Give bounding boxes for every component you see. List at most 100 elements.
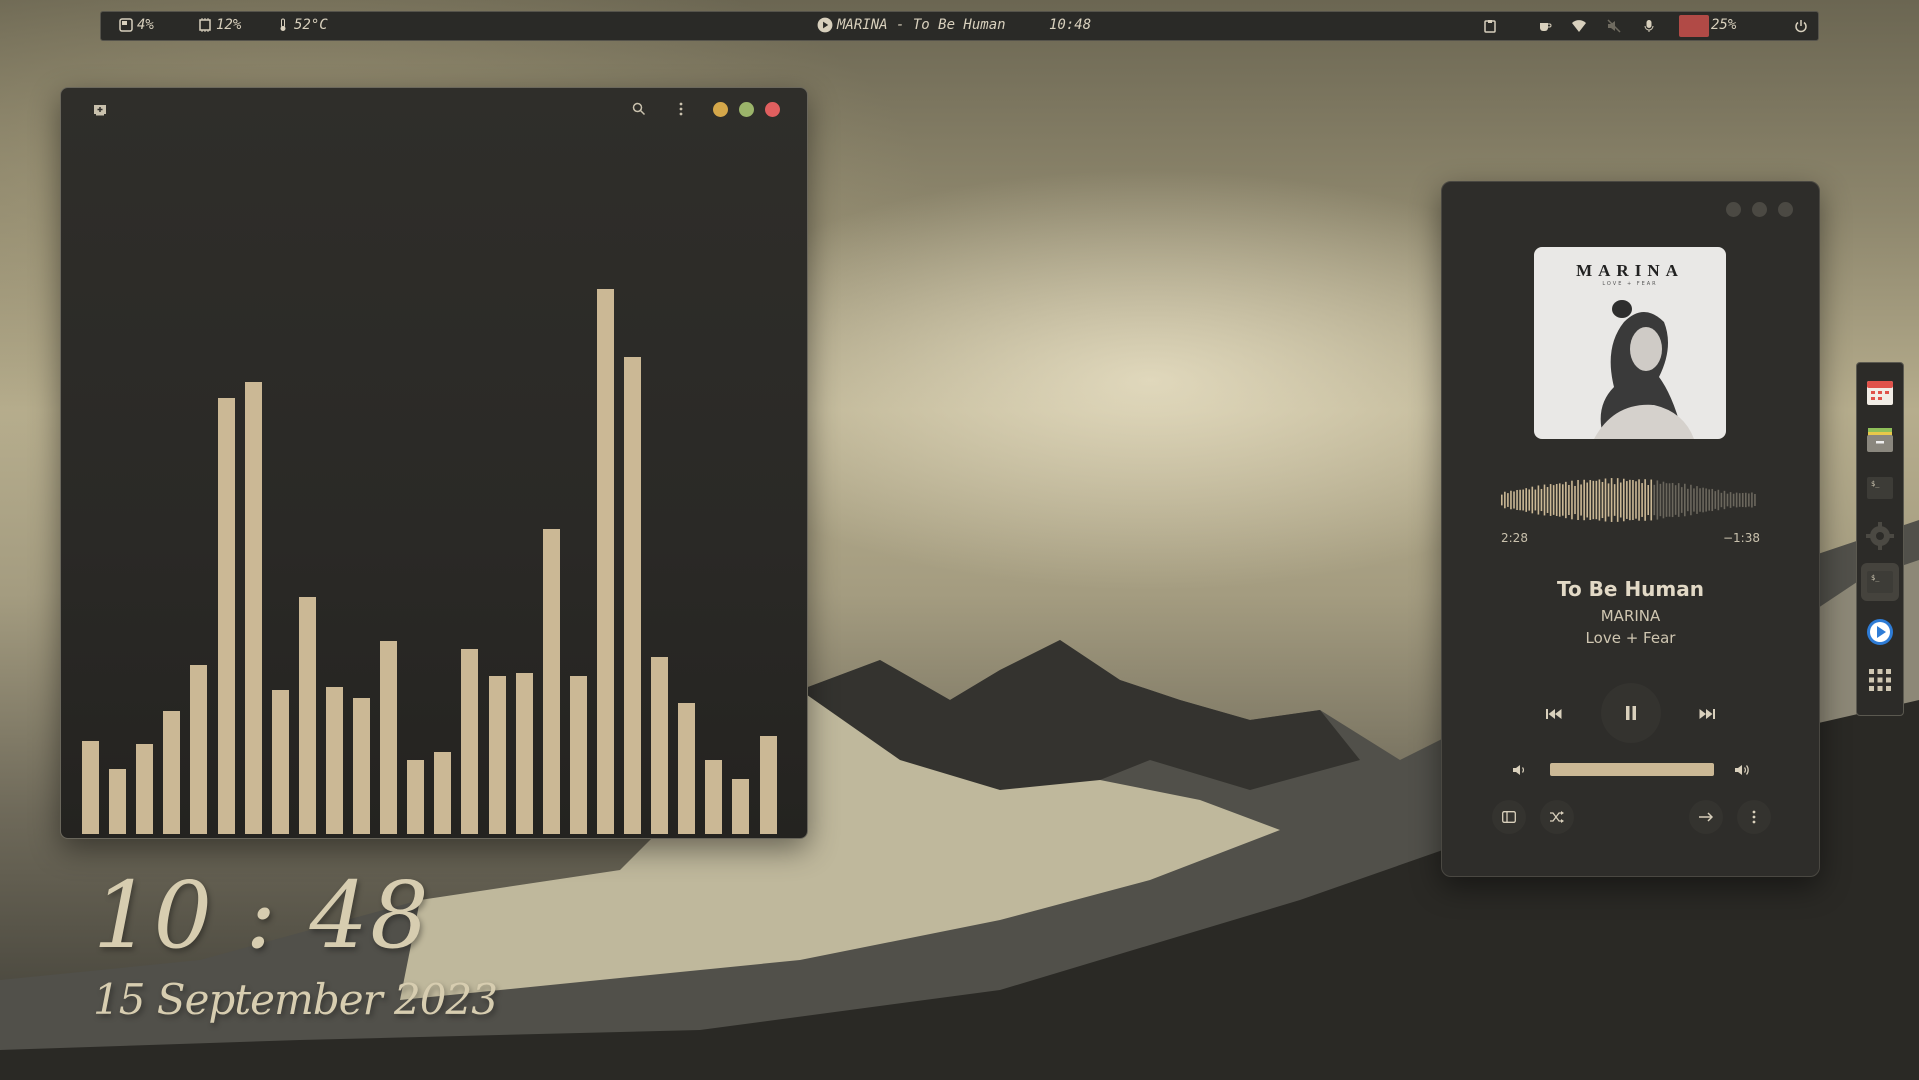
maximize-button[interactable] [1752,202,1767,217]
calendar-icon[interactable] [1865,377,1895,407]
waveform-sample [1687,488,1689,512]
shuffle-button[interactable] [1540,800,1574,834]
volume-level-block[interactable] [1679,15,1709,37]
volume-indicator[interactable]: 25% [1711,17,1736,33]
waveform-sample [1653,484,1656,516]
waveform-sample [1745,492,1747,508]
visualizer-bar [109,769,126,834]
thermometer-icon [280,18,286,31]
shuffle-icon [1550,811,1564,823]
cpu-indicator[interactable]: 12% [198,17,241,33]
repeat-mode-button[interactable] [1689,800,1723,834]
search-icon[interactable] [632,102,646,116]
waveform-sample [1589,480,1592,520]
terminal-active-icon[interactable]: $_ [1865,567,1895,597]
volume-low-icon[interactable] [1512,762,1528,778]
speaker-muted-icon[interactable] [1607,19,1621,33]
sidebar-toggle-button[interactable] [1492,800,1526,834]
waveform-sample [1690,484,1692,516]
files-icon[interactable] [1865,425,1895,455]
waveform-progress[interactable] [1501,474,1757,526]
waveform-sample [1619,482,1622,518]
skip-back-icon [1546,709,1562,719]
clock[interactable]: 10:48 [1049,17,1091,33]
music-player-window: MARINA LOVE + FEAR 2:28 −1:38 To Be Huma… [1441,181,1820,877]
waveform-sample [1677,483,1680,517]
player-menu-button[interactable] [1737,800,1771,834]
desktop-clock-date: 15 September 2023 [93,975,498,1024]
skip-forward-icon [1699,709,1715,719]
cpu-temperature: 52°C [294,17,328,33]
visualizer-bar [516,673,533,834]
waveform-sample [1549,484,1552,516]
cpu-icon [199,18,211,32]
new-tab-icon[interactable] [93,103,107,117]
visualizer-bar [326,687,343,834]
app-grid-icon[interactable] [1865,665,1895,695]
settings-icon[interactable] [1865,521,1895,551]
minimize-button[interactable] [1726,202,1741,217]
waveform-sample [1586,482,1588,518]
now-playing-text: MARINA - To Be Human [837,17,1006,33]
waveform-sample [1711,488,1714,512]
maximize-button[interactable] [739,102,754,117]
visualizer-bar [434,752,451,834]
terminal-icon[interactable]: $_ [1865,473,1895,503]
now-playing-indicator[interactable]: MARINA - To Be Human [817,17,1006,33]
microphone-icon[interactable] [1642,19,1656,33]
visualizer-bar [543,529,560,834]
waveform-sample [1650,479,1653,521]
waveform-sample [1665,483,1668,517]
waveform-sample [1693,488,1695,512]
visualizer-bar [136,744,153,834]
disk-indicator[interactable]: 4% [119,17,154,33]
waveform-sample [1540,488,1543,512]
remaining-time: −1:38 [1722,531,1760,545]
pause-button[interactable] [1601,683,1661,743]
clipboard-icon[interactable] [1483,19,1497,33]
wifi-icon[interactable] [1572,19,1586,33]
waveform-sample [1583,479,1585,521]
waveform-sample [1598,479,1601,521]
waveform-sample [1641,483,1643,517]
waveform-sample [1507,493,1509,507]
disk-icon [119,18,133,32]
waveform-sample [1537,485,1540,515]
visualizer-bar [218,398,235,834]
cpu-usage: 12% [216,17,242,33]
waveform-sample [1610,478,1613,522]
window-header [61,88,807,130]
waveform-sample [1558,483,1561,517]
next-button[interactable] [1687,694,1727,734]
waveform-sample [1629,479,1631,521]
previous-button[interactable] [1534,694,1574,734]
visualizer-bar [678,703,695,834]
waveform-sample [1635,481,1637,519]
coffee-icon[interactable] [1538,19,1552,33]
temperature-indicator[interactable]: 52°C [276,17,328,33]
volume-high-icon[interactable] [1734,762,1752,778]
waveform-sample [1601,481,1604,519]
close-button[interactable] [765,102,780,117]
media-player-icon[interactable] [1865,617,1895,647]
waveform-sample [1562,484,1564,516]
volume-slider[interactable] [1550,763,1714,776]
waveform-sample [1543,484,1546,516]
visualizer-window [60,87,808,839]
close-button[interactable] [1778,202,1793,217]
album-portrait [1594,300,1694,439]
visualizer-bar [82,741,99,834]
waveform-sample [1671,482,1674,518]
waveform-sample [1632,479,1634,521]
waveform-sample [1732,493,1735,507]
minimize-button[interactable] [713,102,728,117]
kebab-menu-icon[interactable] [674,102,688,116]
power-icon[interactable] [1794,19,1808,33]
waveform-sample [1607,483,1610,517]
waveform-sample [1552,485,1555,515]
visualizer-bar [163,711,180,834]
visualizer-bar [651,657,668,834]
waveform-sample [1604,478,1607,522]
sidebar-icon [1502,811,1516,823]
waveform-sample [1555,483,1558,517]
